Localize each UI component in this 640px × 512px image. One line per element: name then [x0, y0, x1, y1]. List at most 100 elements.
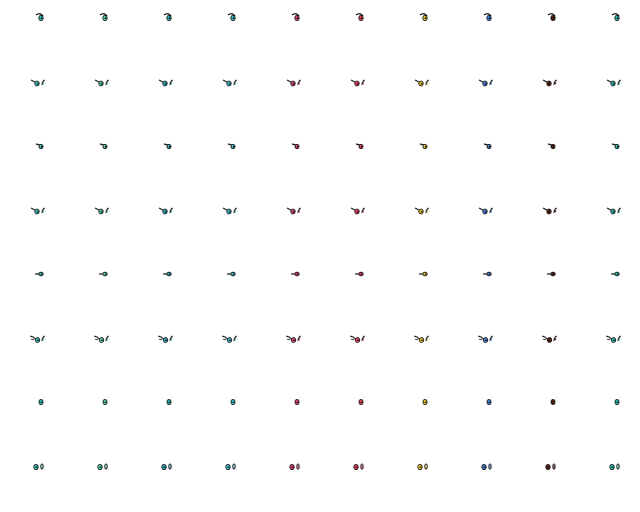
eye-icon — [483, 271, 492, 277]
eye-icon — [422, 398, 428, 406]
eye-icon — [230, 398, 236, 406]
eye-sprite — [512, 320, 576, 384]
eye-sprite — [448, 320, 512, 384]
eye-sprite — [576, 320, 640, 384]
eye-icon — [289, 463, 300, 471]
eye-icon — [547, 143, 556, 150]
eye-icon — [483, 143, 492, 150]
eye-icon — [222, 79, 238, 87]
eye-sprite — [320, 0, 384, 64]
eye-icon — [605, 335, 622, 343]
eye-sprite — [384, 0, 448, 64]
eye-icon — [225, 463, 236, 471]
eye-sprite — [384, 320, 448, 384]
eye-sprite — [320, 192, 384, 256]
eye-sprite — [128, 0, 192, 64]
eye-sprite — [128, 384, 192, 448]
eye-icon — [163, 271, 172, 277]
eye-sprite — [320, 128, 384, 192]
eye-sprite — [576, 0, 640, 64]
eye-sprite — [448, 128, 512, 192]
eye-icon — [158, 79, 174, 87]
eye-sprite — [0, 192, 64, 256]
eye-sprite — [256, 128, 320, 192]
eye-sprite — [192, 320, 256, 384]
eye-sprite — [64, 384, 128, 448]
eye-sprite — [0, 128, 64, 192]
eye-icon — [350, 79, 366, 87]
eye-icon — [611, 271, 620, 277]
eye-icon — [413, 335, 430, 343]
eye-icon — [99, 271, 108, 277]
eye-sprite — [320, 384, 384, 448]
eye-icon — [481, 463, 492, 471]
eye-sprite — [0, 320, 64, 384]
eye-sprite — [384, 384, 448, 448]
eye-sprite — [512, 384, 576, 448]
eye-sprite — [256, 320, 320, 384]
eye-sprite — [256, 64, 320, 128]
eye-icon — [349, 335, 366, 343]
eye-sprite — [320, 64, 384, 128]
eye-icon — [93, 335, 110, 343]
eye-icon — [486, 398, 492, 406]
eye-icon — [157, 335, 174, 343]
eye-icon — [350, 207, 366, 215]
eye-icon — [286, 207, 302, 215]
eye-sprite — [192, 448, 256, 512]
eye-icon — [414, 79, 430, 87]
eye-icon — [419, 143, 428, 150]
eye-sprite — [256, 256, 320, 320]
eye-sprite — [320, 448, 384, 512]
eye-sprite — [0, 384, 64, 448]
eye-sprite — [448, 448, 512, 512]
eye-sprite — [512, 256, 576, 320]
eye-icon — [221, 335, 238, 343]
eye-sprite — [0, 256, 64, 320]
eye-icon — [478, 207, 494, 215]
eye-sprite — [512, 128, 576, 192]
eye-sprite — [512, 448, 576, 512]
eye-sprite — [576, 64, 640, 128]
eye-sprite — [384, 64, 448, 128]
eye-icon — [542, 79, 558, 87]
eye-icon — [417, 463, 428, 471]
eye-icon — [355, 271, 364, 277]
eye-icon — [609, 463, 620, 471]
eye-icon — [606, 207, 622, 215]
eye-sprite — [192, 384, 256, 448]
eye-icon — [478, 79, 494, 87]
eye-icon — [158, 207, 174, 215]
eye-icon — [611, 13, 620, 22]
eye-sprite — [256, 192, 320, 256]
eye-icon — [227, 143, 236, 150]
eye-icon — [286, 79, 302, 87]
eye-icon — [97, 463, 108, 471]
eye-sprite — [0, 64, 64, 128]
eye-sprite — [128, 256, 192, 320]
eye-sprite — [256, 384, 320, 448]
eye-sprite — [320, 320, 384, 384]
eye-icon — [358, 398, 364, 406]
eye-sprite — [128, 448, 192, 512]
eye-sprite — [192, 0, 256, 64]
eye-icon — [102, 398, 108, 406]
sprite-sheet — [0, 0, 640, 512]
eye-sprite — [320, 256, 384, 320]
eye-icon — [35, 143, 44, 150]
eye-icon — [29, 335, 46, 343]
eye-icon — [547, 271, 556, 277]
eye-sprite — [576, 256, 640, 320]
eye-icon — [94, 207, 110, 215]
eye-icon — [355, 143, 364, 150]
eye-icon — [33, 463, 44, 471]
eye-icon — [547, 13, 556, 22]
eye-sprite — [512, 192, 576, 256]
eye-icon — [35, 13, 44, 22]
eye-sprite — [128, 128, 192, 192]
eye-sprite — [64, 0, 128, 64]
eye-sprite — [384, 448, 448, 512]
eye-icon — [227, 271, 236, 277]
eye-icon — [291, 143, 300, 150]
eye-sprite — [512, 0, 576, 64]
